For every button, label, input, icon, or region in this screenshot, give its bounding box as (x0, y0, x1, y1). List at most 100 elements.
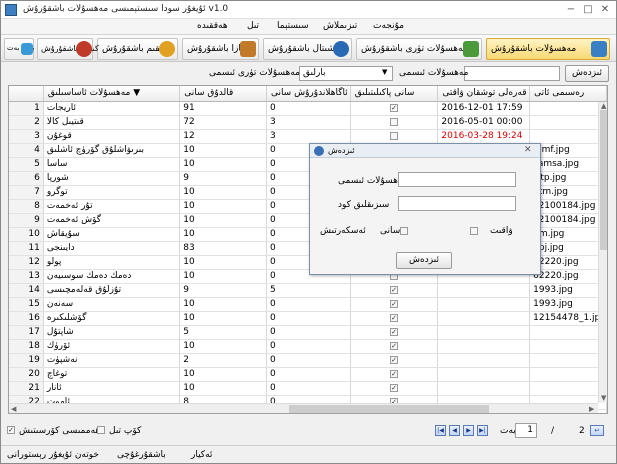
dialog-close-icon[interactable]: ✕ (524, 145, 532, 155)
col-header-image[interactable]: رەسىمى ئاتى (529, 86, 607, 102)
dialog-filter-label: ئەسكەرتىش (320, 226, 366, 236)
col-header-stock[interactable]: قالدۇق سانى (179, 86, 267, 102)
maximize-icon[interactable]: □ (581, 3, 595, 17)
table-row[interactable]: 16 گۆشلىكىرە 10 0 ✓ 12154478_1.jpg (9, 311, 607, 326)
row-checkbox[interactable]: ✓ (390, 355, 399, 364)
home-icon (21, 43, 33, 55)
cell-image (529, 115, 607, 130)
toolbar-button-category[interactable]: مەھسۇلات تۈرى باشقۇرۇش (356, 38, 482, 60)
horizontal-scrollbar[interactable]: ◀ ▶ (9, 403, 598, 413)
cell-name: بىرىۋاشلۇق گۆرۈچ ئاشلىق (43, 143, 181, 158)
cell-stock: 10 (179, 297, 267, 312)
cell-image: hm.jpg (529, 227, 607, 242)
row-checkbox[interactable]: ✓ (390, 369, 399, 378)
cell-warning: 0 (266, 101, 351, 116)
dialog-search-button[interactable]: ئىزدەش (396, 252, 452, 269)
current-page-input[interactable]: 1 (515, 423, 537, 438)
toolbar-button-income[interactable]: كىرىم باشقۇرۇش (37, 38, 99, 60)
scroll-down-icon[interactable]: ▼ (601, 394, 606, 402)
row-checkbox[interactable] (390, 131, 399, 140)
row-checkbox[interactable]: ✓ (390, 103, 399, 112)
horizontal-scroll-thumb[interactable] (289, 405, 489, 413)
cell-check (350, 129, 439, 144)
cell-image: 62220.jpg (529, 269, 607, 284)
dialog-option-time-checkbox[interactable] (470, 227, 478, 235)
table-row[interactable]: 15 سەنەن 10 0 ✓ 1993.jpg (9, 297, 607, 312)
menu-about[interactable]: ھەققىدە (197, 21, 228, 31)
multi-lang-checkbox[interactable] (97, 426, 105, 434)
search-name-input[interactable] (464, 66, 560, 81)
cell-stock: 10 (179, 311, 267, 326)
toolbar-label-supplier: تۇشىتال باشقۇرۇش (268, 44, 342, 54)
dialog-title: ئىزدەش (328, 146, 355, 155)
menu-register[interactable]: تىزىملاش (323, 21, 357, 31)
table-row[interactable]: 20 توغاچ 10 0 ✓ (9, 367, 607, 382)
dialog-option-count-checkbox[interactable] (400, 227, 408, 235)
cell-warning: 3 (266, 115, 351, 130)
row-number: 4 (9, 143, 44, 158)
table-row[interactable]: 17 شاپتۇل 5 0 ✓ (9, 325, 607, 340)
col-header-name[interactable]: مەھسۇلات ئاساسىلىق ▼ (43, 86, 181, 102)
table-row[interactable]: 2 قىتيىل كالا 72 3 2016-05-01 00:00 (9, 115, 607, 130)
cell-check (350, 115, 439, 130)
cell-stock: 83 (179, 241, 267, 256)
cell-stock: 10 (179, 339, 267, 354)
first-page-button[interactable]: |◀ (435, 425, 446, 436)
table-row[interactable]: 19 نەشپۈت 2 0 ✓ (9, 353, 607, 368)
vertical-scroll-thumb[interactable] (600, 110, 607, 250)
toolbar-button-expense[interactable]: چېقىم باشقۇرۇش (97, 38, 178, 60)
dialog-barcode-input[interactable] (398, 196, 516, 211)
table-row[interactable]: 18 ئۆرۈك 10 0 ✓ (9, 339, 607, 354)
row-checkbox[interactable]: ✓ (390, 327, 399, 336)
col-header-rownum[interactable] (9, 86, 44, 102)
menu-language[interactable]: تىل (247, 21, 259, 31)
dialog-app-icon (314, 146, 324, 156)
row-checkbox[interactable]: ✓ (390, 313, 399, 322)
col-header-expiry[interactable]: قەرەلى توشقان ۋاقتى (437, 86, 531, 102)
scroll-left-icon[interactable]: ◀ (11, 405, 16, 413)
row-number: 8 (9, 199, 44, 214)
close-icon[interactable]: ✕ (598, 3, 612, 17)
next-page-button[interactable]: ▶ (463, 425, 474, 436)
prev-page-button[interactable]: ◀ (449, 425, 460, 436)
dialog-option-count-label: سانى (380, 226, 401, 236)
row-checkbox[interactable]: ✓ (390, 285, 399, 294)
toolbar-button-product[interactable]: مەھسۇلات باشقۇرۇش (486, 38, 610, 60)
row-checkbox[interactable]: ✓ (390, 383, 399, 392)
coin-icon (159, 41, 175, 57)
title-bar: ئۇيغۇر سودا سىستېمىسى مەھسۇلات باشقۇرۇش … (1, 1, 616, 19)
table-row[interactable]: 3 قوغۇن 12 3 2016-03-28 19:24 (9, 129, 607, 144)
toolbar-button-table[interactable]: ئازا باشقۇرۇش (182, 38, 259, 60)
toolbar-button-home[interactable]: باش بەت (4, 38, 34, 60)
row-checkbox[interactable]: ✓ (390, 341, 399, 350)
row-number: 6 (9, 171, 44, 186)
menu-system[interactable]: سىستېما (277, 21, 309, 31)
last-page-button[interactable]: ▶| (477, 425, 488, 436)
table-row[interactable]: 14 تۇزلۇق قەلەمچىسى 9 5 ✓ 1993.jpg (9, 283, 607, 298)
col-header-check[interactable]: سانى پاكىلىتىلىق (350, 86, 439, 102)
show-all-checkbox[interactable]: ✓ (7, 426, 15, 434)
cell-image: P2100184.jpg (529, 199, 607, 214)
go-page-button[interactable]: ↩ (590, 425, 604, 436)
cell-expiry: 2016-05-01 00:00 (437, 115, 531, 130)
scroll-up-icon[interactable]: ▲ (601, 102, 606, 110)
search-button[interactable]: ئىزدەش (565, 65, 609, 82)
table-row[interactable]: 1 ئاريجات 91 0 ✓ 2016-12-01 17:59 (9, 101, 607, 116)
toolbar-button-supplier[interactable]: تۇشىتال باشقۇرۇش (263, 38, 352, 60)
search-category-select[interactable]: بارلىق ▼ (299, 66, 393, 81)
row-number: 18 (9, 339, 44, 354)
dialog-name-input[interactable] (398, 172, 516, 187)
col-header-warning[interactable]: ئاگاھلاندۇرۇش سانى (266, 86, 351, 102)
vertical-scrollbar[interactable]: ▲ ▼ (598, 102, 607, 403)
search-category-value: بارلىق (303, 68, 326, 78)
scroll-right-icon[interactable]: ▶ (589, 405, 594, 413)
cell-warning: 5 (266, 283, 351, 298)
row-checkbox[interactable]: ✓ (390, 299, 399, 308)
row-checkbox[interactable] (390, 117, 399, 126)
cell-name: ساسا (43, 157, 181, 172)
toolbar-label-table: ئازا باشقۇرۇش (187, 44, 244, 54)
app-icon (5, 4, 17, 16)
menu-other[interactable]: مۇنجەت (373, 21, 404, 31)
table-row[interactable]: 21 ئانار 10 0 ✓ (9, 381, 607, 396)
minimize-icon[interactable]: − (564, 3, 578, 17)
